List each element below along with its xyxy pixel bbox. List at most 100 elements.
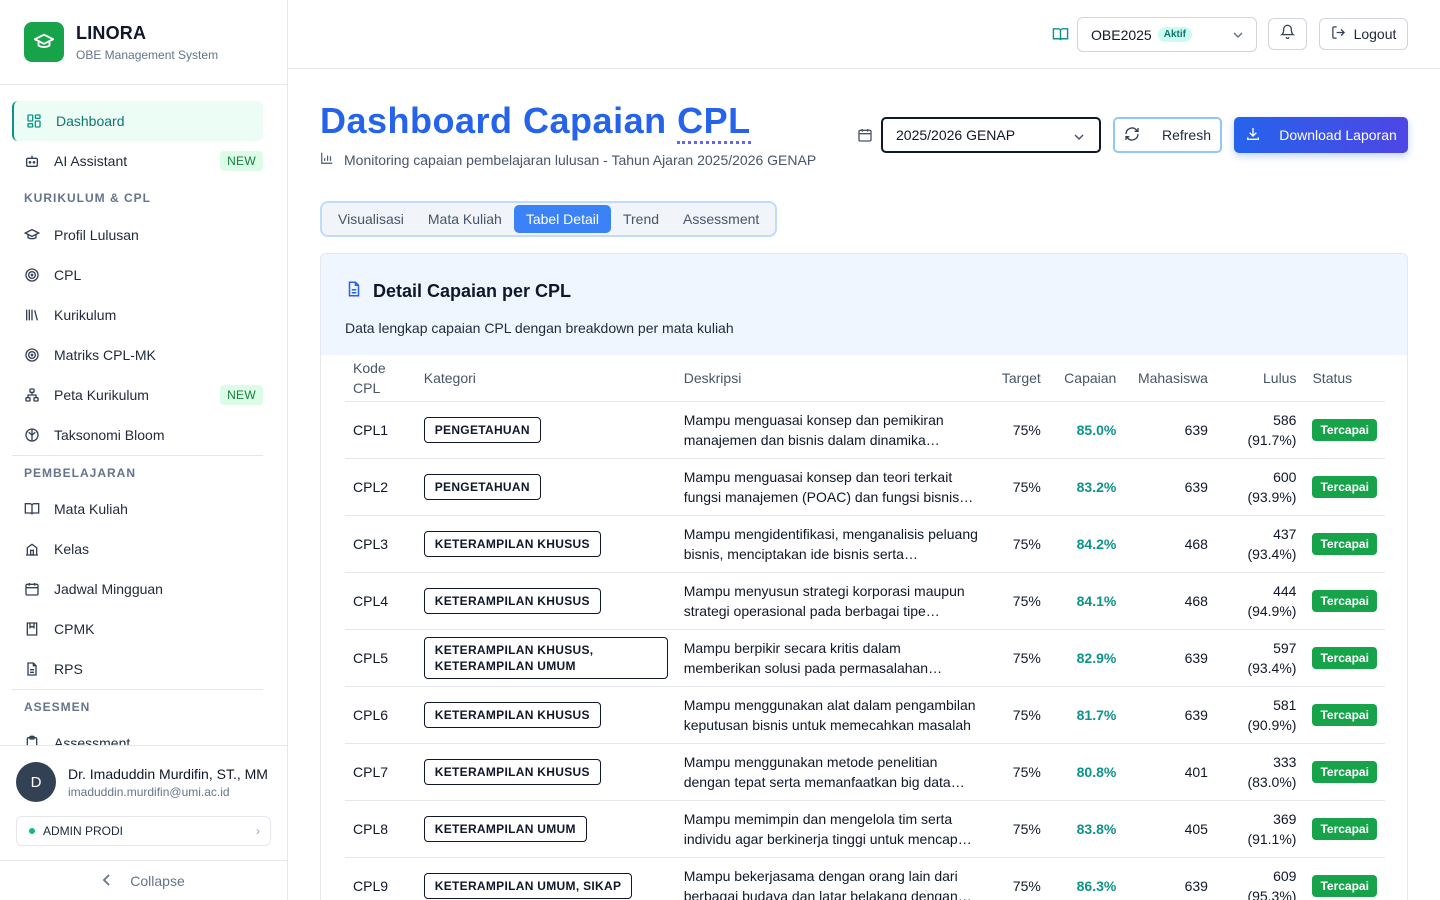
status-badge: Tercapai	[1312, 703, 1377, 726]
description-text: Mampu bekerjasama dengan orang lain dari…	[683, 867, 958, 900]
logout-button[interactable]: Logout	[1319, 18, 1408, 50]
cell-capaian: 80.8%	[1048, 743, 1125, 801]
page-subtitle-text: Monitoring capaian pembelajaran lulusan …	[344, 151, 817, 168]
table-row[interactable]: CPL9 KETERAMPILAN UMUM, SIKAP Mampu bekerj…	[345, 857, 1385, 900]
cell-target: 75%	[987, 401, 1049, 459]
brand-header[interactable]: LINORA OBE Management System	[0, 0, 287, 85]
curriculum-select[interactable]: OBE2025 Aktif	[1077, 17, 1257, 52]
sidebar-item-label: CPL	[54, 267, 82, 283]
table-row[interactable]: CPL1 PENGETAHUAN Mampu menguasai konsep da…	[345, 401, 1385, 459]
notifications-button[interactable]	[1268, 18, 1307, 50]
tab-mata-kuliah[interactable]: Mata Kuliah	[416, 205, 514, 233]
bar-chart-icon	[320, 151, 344, 168]
cpl-detail-table: Kode CPL Kategori Deskripsi Target Capaia…	[345, 355, 1385, 900]
lulus-percent: (91.1%)	[1247, 830, 1297, 847]
lulus-count: 600	[1273, 468, 1297, 485]
sidebar-item-label: AI Assistant	[54, 153, 128, 169]
user-name: Dr. Imaduddin Murdifin, ST., MM	[68, 765, 268, 782]
sidebar-item-profil-lulusan[interactable]: Profil Lulusan	[12, 215, 263, 255]
sidebar-nav: Dashboard AI Assistant NEW KURIKULUM & C…	[0, 85, 287, 745]
col-mahasiswa: Mahasiswa	[1124, 355, 1216, 402]
library-icon	[24, 307, 40, 323]
cell-capaian: 83.2%	[1048, 458, 1125, 516]
table-row[interactable]: CPL7 KETERAMPILAN KHUSUS Mampu menggunakan…	[345, 743, 1385, 801]
lulus-percent: (94.9%)	[1247, 602, 1297, 619]
academic-year-value: 2025/2026 GENAP	[896, 127, 1016, 143]
sidebar-item-kelas[interactable]: Kelas	[12, 529, 263, 569]
cell-capaian: 82.9%	[1048, 629, 1125, 687]
bot-icon	[24, 153, 40, 169]
cell-status: Tercapai	[1304, 572, 1385, 630]
sidebar-item-kurikulum[interactable]: Kurikulum	[12, 295, 263, 335]
cell-kategori: PENGETAHUAN	[415, 458, 676, 516]
sidebar-item-matriks-cpl-mk[interactable]: Matriks CPL-MK	[12, 335, 263, 375]
cell-kategori: KETERAMPILAN UMUM, SIKAP	[415, 857, 676, 900]
sidebar-item-assessment[interactable]: Assessment	[12, 723, 263, 745]
logout-label: Logout	[1353, 26, 1397, 42]
cell-status: Tercapai	[1304, 743, 1385, 801]
table-row[interactable]: CPL6 KETERAMPILAN KHUSUS Mampu menggunakan…	[345, 686, 1385, 744]
file-text-icon	[24, 661, 40, 677]
card-description: Data lengkap capaian CPL dengan breakdow…	[345, 320, 734, 336]
lulus-count: 581	[1273, 696, 1297, 713]
sidebar-item-mata-kuliah[interactable]: Mata Kuliah	[12, 489, 263, 529]
target-icon	[24, 347, 40, 363]
role-selector[interactable]: ADMIN PRODI ›	[16, 816, 271, 846]
cell-kode: CPL1	[345, 401, 416, 459]
capaian-value: 81.7%	[1076, 706, 1117, 723]
status-badge: Tercapai	[1312, 475, 1377, 498]
cell-capaian: 83.8%	[1048, 800, 1125, 858]
sidebar-item-peta-kurikulum[interactable]: Peta Kurikulum NEW	[12, 375, 263, 415]
col-capaian: Capaian	[1048, 355, 1125, 402]
table-row[interactable]: CPL8 KETERAMPILAN UMUM Mampu memimpin dan …	[345, 800, 1385, 858]
tab-trend[interactable]: Trend	[611, 205, 671, 233]
cell-mahasiswa: 639	[1124, 629, 1216, 687]
cell-kategori: KETERAMPILAN KHUSUS	[415, 686, 676, 744]
download-icon	[1245, 126, 1279, 145]
cell-mahasiswa: 468	[1124, 572, 1216, 630]
page-title-main: Dashboard Capaian	[320, 100, 678, 141]
col-lulus: Lulus	[1215, 355, 1305, 402]
col-status: Status	[1304, 355, 1385, 402]
col-kode: Kode CPL	[345, 355, 416, 402]
sidebar-item-label: RPS	[54, 661, 83, 677]
cell-deskripsi: Mampu bekerjasama dengan orang lain dari…	[675, 857, 988, 900]
lulus-percent: (93.9%)	[1247, 488, 1297, 505]
school-icon	[24, 541, 40, 557]
cell-mahasiswa: 405	[1124, 800, 1216, 858]
cell-lulus: 369 (91.1%)	[1215, 800, 1305, 858]
table-row[interactable]: CPL2 PENGETAHUAN Mampu menguasai konsep da…	[345, 458, 1385, 516]
sidebar-item-jadwal-mingguan[interactable]: Jadwal Mingguan	[12, 569, 263, 609]
sidebar-item-rps[interactable]: RPS	[12, 649, 263, 689]
cell-lulus: 444 (94.9%)	[1215, 572, 1305, 630]
table-row[interactable]: CPL3 KETERAMPILAN KHUSUS Mampu mengidentif…	[345, 515, 1385, 573]
sidebar-item-taksonomi-bloom[interactable]: Taksonomi Bloom	[12, 415, 263, 455]
table-row[interactable]: CPL5 KETERAMPILAN KHUSUS, KETERAMPILAN UM…	[345, 629, 1385, 687]
tab-visualisasi[interactable]: Visualisasi	[326, 205, 416, 233]
collapse-button[interactable]: Collapse	[0, 860, 287, 900]
capaian-value: 85.0%	[1076, 421, 1117, 438]
cell-status: Tercapai	[1304, 401, 1385, 459]
cell-mahasiswa: 639	[1124, 686, 1216, 744]
tab-tabel-detail[interactable]: Tabel Detail	[513, 205, 611, 233]
sidebar-item-dashboard[interactable]: Dashboard	[12, 101, 263, 141]
description-text: Mampu menggunakan metode penelitian deng…	[683, 753, 951, 790]
sidebar-item-cpl[interactable]: CPL	[12, 255, 263, 295]
sidebar-item-cpmk[interactable]: CPMK	[12, 609, 263, 649]
refresh-button[interactable]: Refresh	[1113, 117, 1222, 153]
page-subtitle: Monitoring capaian pembelajaran lulusan …	[320, 151, 816, 168]
cell-target: 75%	[987, 458, 1049, 516]
role-label: ADMIN PRODI	[43, 824, 124, 838]
user-panel: D Dr. Imaduddin Murdifin, ST., MM imadud…	[0, 745, 287, 860]
sidebar-item-ai-assistant[interactable]: AI Assistant NEW	[12, 141, 263, 181]
brand-name: LINORA	[76, 22, 147, 43]
download-report-button[interactable]: Download Laporan	[1234, 117, 1408, 153]
chevron-down-icon	[1073, 130, 1085, 146]
avatar[interactable]: D	[16, 762, 56, 802]
tab-assessment[interactable]: Assessment	[671, 205, 771, 233]
col-kategori: Kategori	[415, 355, 676, 402]
academic-year-select[interactable]: 2025/2026 GENAP	[881, 117, 1101, 153]
lulus-count: 437	[1273, 525, 1297, 542]
table-row[interactable]: CPL4 KETERAMPILAN KHUSUS Mampu menyusun st…	[345, 572, 1385, 630]
cell-deskripsi: Mampu memimpin dan mengelola tim serta i…	[675, 800, 988, 858]
